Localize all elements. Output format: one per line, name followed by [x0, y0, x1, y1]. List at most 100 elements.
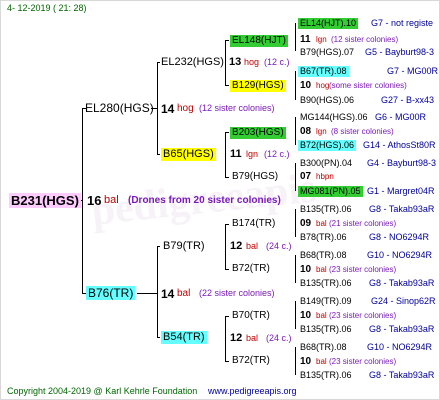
gen2-queen[interactable]: B79(TR)	[163, 241, 205, 252]
gen3-queen[interactable]: B70(TR)	[232, 311, 270, 321]
gen4-queen[interactable]: B68(TR).08	[300, 251, 347, 260]
site-link[interactable]: www.pedigreeapis.org	[208, 387, 297, 396]
gen4-info: G1 - Margret04R	[367, 186, 435, 196]
gen4-info: G7 - not registe	[371, 18, 434, 28]
gen4-info: G7 - MG00R	[387, 66, 439, 76]
gen2-desc: (24 c.)	[266, 333, 292, 343]
gen3-queen[interactable]: B72(TR)	[232, 264, 270, 274]
gen3-num: 10	[300, 80, 312, 91]
gen3-queen[interactable]: B129(HGS)	[230, 80, 286, 92]
gen4-info: G8 - Takab93aR	[369, 278, 435, 288]
gen4-info: G8 - NO6294R	[369, 232, 430, 242]
gen1-queen[interactable]: B76(TR)	[86, 286, 136, 300]
connector	[225, 40, 229, 41]
gen3-queen[interactable]: B203(HGS)	[230, 127, 286, 139]
gen4-queen[interactable]: B135(TR).06	[300, 205, 352, 214]
gen3-desc: (12 sister colonies)	[331, 35, 399, 44]
connector	[157, 337, 160, 338]
gen3-num: 07	[300, 171, 312, 182]
connector	[225, 85, 229, 86]
root-unit: bal	[104, 194, 119, 206]
root-desc: (Drones from 20 sister colonies)	[128, 195, 281, 206]
gen2-unit: bal	[246, 333, 259, 343]
gen2-unit: lgn	[246, 149, 259, 159]
gen3-num: 10	[300, 264, 312, 275]
gen2-num: 13	[229, 56, 242, 68]
gen3-queen[interactable]: B72(TR)	[232, 356, 270, 366]
gen3-unit: bal	[316, 265, 327, 274]
gen2-num: 12	[230, 332, 243, 344]
gen4-queen[interactable]: B68(TR).08	[300, 343, 347, 352]
gen4-queen[interactable]: B135(TR).06	[300, 279, 352, 288]
gen1-num: 14	[161, 287, 175, 301]
gen4-queen[interactable]: B135(TR).06	[300, 371, 352, 380]
connector	[225, 316, 226, 361]
gen3-desc: (23 sister colonies)	[329, 311, 397, 320]
gen2-queen[interactable]: B54(TR)	[161, 331, 207, 344]
connector	[295, 23, 296, 51]
gen4-queen[interactable]: B67(TR).08	[298, 66, 349, 77]
gen2-queen[interactable]: EL232(HGS)	[161, 57, 224, 68]
gen4-queen[interactable]: MG144(HGS).06	[300, 113, 368, 122]
gen3-num: 10	[300, 310, 312, 321]
connector	[295, 209, 296, 237]
gen4-queen[interactable]: B90(HGS).06	[300, 96, 354, 105]
connector	[225, 177, 229, 178]
gen4-info: G24 - Sinop62R	[371, 296, 436, 306]
gen3-unit: bal	[316, 219, 327, 228]
gen4-queen[interactable]: B78(TR).06	[300, 233, 347, 242]
connector	[157, 62, 158, 155]
gen4-queen[interactable]: B300(PN).04	[300, 159, 352, 168]
connector	[225, 224, 229, 225]
gen4-queen[interactable]: B72(HGS).06	[298, 140, 357, 151]
gen4-queen[interactable]: MG081(PN).05	[298, 186, 363, 197]
root-num: 16	[87, 193, 102, 208]
connector	[225, 316, 229, 317]
gen4-info: G6 - MG00R	[375, 112, 427, 122]
connector	[225, 269, 229, 270]
gen4-info: G8 - Takab93aR	[369, 324, 435, 334]
gen4-info: G4 - Bayburt98-3	[367, 158, 437, 168]
connector	[157, 246, 158, 338]
connector	[157, 154, 160, 155]
gen2-num: 11	[230, 148, 242, 160]
gen4-queen[interactable]: B79(HGS).07	[300, 48, 354, 57]
connector	[225, 361, 229, 362]
gen3-queen[interactable]: B79(HGS)	[232, 172, 278, 182]
root-queen[interactable]: B231(HGS)	[9, 193, 81, 208]
copyright-label: Copyright 2004-2019 @ Karl Kehrle Founda…	[7, 386, 198, 396]
gen4-queen[interactable]: EL14(HJT).10	[298, 18, 359, 29]
gen1-unit: hog	[177, 103, 194, 114]
gen3-queen[interactable]: EL148(HJT)	[230, 35, 288, 47]
connector	[157, 62, 160, 63]
gen1-desc: (12 sister colonies)	[199, 103, 275, 113]
gen3-num: 08	[300, 126, 312, 137]
gen3-unit: bal	[316, 357, 327, 366]
gen3-num: 10	[300, 356, 312, 367]
connector	[295, 71, 296, 100]
gen2-queen[interactable]: B65(HGS)	[161, 148, 216, 161]
connector	[225, 132, 226, 177]
date-label: 4- 12-2019 ( 21: 28)	[7, 3, 87, 13]
connector	[225, 224, 226, 269]
gen4-queen[interactable]: B135(TR).06	[300, 325, 352, 334]
gen2-unit: bal	[246, 241, 259, 251]
gen3-desc: (8 sister colonies)	[331, 127, 394, 136]
gen1-num: 14	[161, 102, 175, 116]
gen4-queen[interactable]: B149(TR).09	[300, 297, 352, 306]
gen2-desc: (12 c.)	[264, 149, 290, 159]
gen2-desc: (12 c.)	[264, 57, 290, 67]
gen3-queen[interactable]: B174(TR)	[232, 219, 275, 229]
gen3-unit: lgn	[316, 35, 327, 44]
gen2-desc: (24 c.)	[266, 241, 292, 251]
gen4-info: G10 - NO6294R	[367, 342, 433, 352]
gen1-queen[interactable]: EL280(HGS)	[85, 102, 154, 114]
gen3-unit: bal	[316, 311, 327, 320]
gen4-info: G14 - AthosSt80R	[363, 140, 436, 150]
gen4-info: G8 - Takab93aR	[369, 204, 435, 214]
connector	[157, 246, 160, 247]
connector	[137, 293, 157, 294]
gen3-unit: lgn	[316, 127, 327, 136]
connector	[295, 117, 296, 145]
gen3-desc: (21 sister colonies)	[329, 219, 397, 228]
